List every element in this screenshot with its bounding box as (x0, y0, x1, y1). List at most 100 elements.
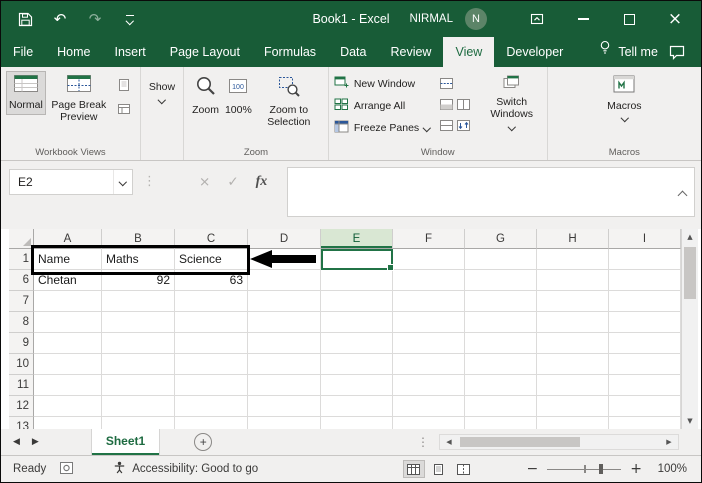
horizontal-scrollbar[interactable]: ◀ ▶ (439, 434, 679, 450)
collapse-formula-bar-icon[interactable] (677, 190, 688, 201)
cell-F12[interactable] (393, 396, 465, 417)
scroll-left-icon[interactable]: ◀ (440, 438, 458, 446)
cell-E1[interactable] (321, 249, 393, 270)
row-header-9[interactable]: 9 (9, 333, 34, 354)
user-name[interactable]: NIRMAL (410, 13, 453, 25)
cell-H11[interactable] (537, 375, 609, 396)
cell-C10[interactable] (175, 354, 248, 375)
sheet-nav-left-icon[interactable]: ◀ (13, 437, 20, 447)
synchronous-scrolling-icon[interactable] (456, 118, 470, 136)
macros-button[interactable]: Macros (604, 71, 644, 125)
row-header-6[interactable]: 6 (9, 270, 34, 291)
freeze-panes-button[interactable]: Freeze Panes (334, 118, 431, 138)
minimize-button[interactable] (573, 9, 593, 29)
cell-C13[interactable] (175, 417, 248, 429)
hide-window-icon[interactable] (439, 97, 453, 115)
cell-D8[interactable] (248, 312, 321, 333)
zoom-to-selection-button[interactable]: Zoom to Selection (255, 71, 323, 133)
tab-developer[interactable]: Developer (494, 37, 575, 67)
show-button[interactable]: Show (146, 77, 178, 106)
view-side-by-side-icon[interactable] (456, 97, 470, 115)
scroll-right-icon[interactable]: ▶ (660, 438, 678, 446)
enter-check-icon[interactable]: ✓ (227, 174, 238, 190)
cell-I13[interactable] (609, 417, 681, 429)
cell-E10[interactable] (321, 354, 393, 375)
cell-A13[interactable] (34, 417, 102, 429)
vertical-scroll-track[interactable] (682, 245, 698, 413)
row-header-11[interactable]: 11 (9, 375, 34, 396)
normal-view-button[interactable]: Normal (6, 71, 46, 116)
sheet-nav-right-icon[interactable]: ▶ (32, 437, 39, 447)
cell-B1[interactable]: Maths (102, 249, 175, 270)
cell-A10[interactable] (34, 354, 102, 375)
cell-B12[interactable] (102, 396, 175, 417)
cell-D13[interactable] (248, 417, 321, 429)
cell-F9[interactable] (393, 333, 465, 354)
vertical-scroll-thumb[interactable] (684, 247, 696, 299)
cell-E11[interactable] (321, 375, 393, 396)
column-header-I[interactable]: I (609, 229, 681, 249)
cell-A7[interactable] (34, 291, 102, 312)
zoom-percentage[interactable]: 100% (651, 463, 687, 475)
row-header-10[interactable]: 10 (9, 354, 34, 375)
cell-D10[interactable] (248, 354, 321, 375)
arrange-all-button[interactable]: Arrange All (334, 96, 430, 116)
page-layout-view-icon[interactable] (115, 77, 133, 93)
formula-input[interactable] (287, 167, 695, 217)
cell-B9[interactable] (102, 333, 175, 354)
cell-F7[interactable] (393, 291, 465, 312)
cell-I6[interactable] (609, 270, 681, 291)
cell-C11[interactable] (175, 375, 248, 396)
cell-A9[interactable] (34, 333, 102, 354)
cell-G9[interactable] (465, 333, 537, 354)
cell-C6[interactable]: 63 (175, 270, 248, 291)
cell-D1[interactable] (248, 249, 321, 270)
cell-E7[interactable] (321, 291, 393, 312)
unhide-window-icon[interactable] (439, 118, 453, 136)
accessibility-status[interactable]: Accessibility: Good to go (113, 461, 258, 477)
row-header-7[interactable]: 7 (9, 291, 34, 312)
cell-I10[interactable] (609, 354, 681, 375)
column-header-G[interactable]: G (465, 229, 537, 249)
cell-G7[interactable] (465, 291, 537, 312)
sheet-tab-sheet1[interactable]: Sheet1 (90, 429, 161, 455)
vertical-scrollbar[interactable]: ▲ ▼ (681, 229, 698, 429)
cell-F8[interactable] (393, 312, 465, 333)
tab-home[interactable]: Home (45, 37, 102, 67)
cell-I8[interactable] (609, 312, 681, 333)
switch-windows-button[interactable]: Switch Windows (482, 71, 542, 133)
row-header-1[interactable]: 1 (9, 249, 34, 270)
column-header-F[interactable]: F (393, 229, 465, 249)
tab-insert[interactable]: Insert (103, 37, 158, 67)
cell-C9[interactable] (175, 333, 248, 354)
cell-D7[interactable] (248, 291, 321, 312)
scroll-up-icon[interactable]: ▲ (682, 229, 698, 245)
cell-D6[interactable] (248, 270, 321, 291)
cell-C12[interactable] (175, 396, 248, 417)
cell-F11[interactable] (393, 375, 465, 396)
cell-B11[interactable] (102, 375, 175, 396)
select-all-corner[interactable] (9, 229, 34, 249)
tab-scroll-divider-dots[interactable]: ⋮ (417, 435, 429, 449)
tab-file[interactable]: File (1, 37, 45, 67)
new-sheet-button[interactable]: + (194, 433, 213, 451)
cell-G10[interactable] (465, 354, 537, 375)
comments-icon[interactable] (669, 37, 685, 67)
cell-G11[interactable] (465, 375, 537, 396)
cell-A1[interactable]: Name (34, 249, 102, 270)
cell-B6[interactable]: 92 (102, 270, 175, 291)
zoom-button[interactable]: Zoom (189, 71, 222, 120)
customize-quick-access-icon[interactable] (120, 9, 140, 29)
maximize-button[interactable] (619, 9, 639, 29)
cell-E9[interactable] (321, 333, 393, 354)
cell-B10[interactable] (102, 354, 175, 375)
cell-E6[interactable] (321, 270, 393, 291)
cell-G12[interactable] (465, 396, 537, 417)
cell-E8[interactable] (321, 312, 393, 333)
save-icon[interactable] (15, 9, 35, 29)
cell-I11[interactable] (609, 375, 681, 396)
split-icon[interactable] (439, 76, 453, 94)
column-header-C[interactable]: C (175, 229, 248, 249)
cell-C7[interactable] (175, 291, 248, 312)
column-header-D[interactable]: D (248, 229, 321, 249)
